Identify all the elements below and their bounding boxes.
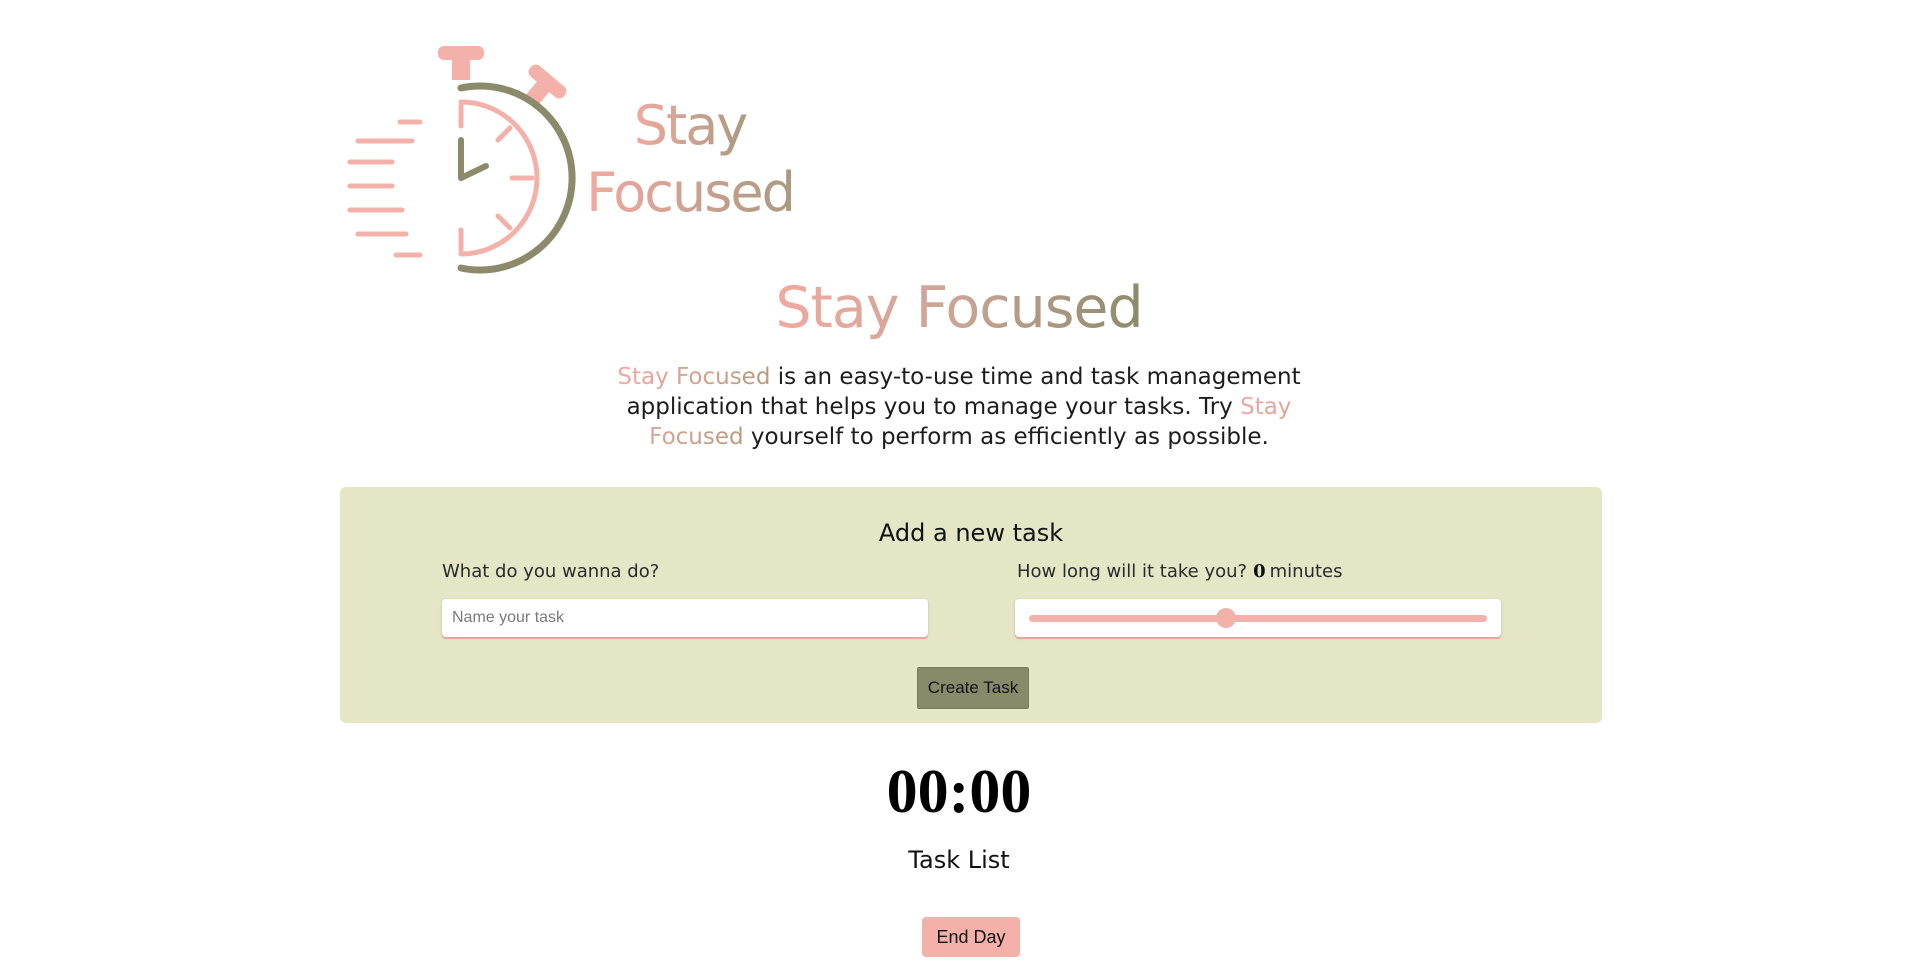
- timer-display: 00:00: [886, 758, 1032, 826]
- duration-slider[interactable]: [1015, 599, 1501, 637]
- logo: Stay Focused: [340, 44, 820, 274]
- duration-slider-track[interactable]: [1029, 615, 1487, 622]
- logo-line1: Stay: [634, 94, 748, 157]
- stopwatch-logo-icon: Stay Focused: [347, 46, 796, 274]
- page-title-text: Stay Focused: [775, 275, 1143, 341]
- create-task-button[interactable]: Create Task: [917, 667, 1029, 709]
- duration-unit: minutes: [1269, 561, 1343, 582]
- duration-value: 0: [1253, 561, 1266, 582]
- page-title: Stay Focused: [0, 268, 1918, 348]
- duration-slider-thumb[interactable]: [1215, 608, 1236, 628]
- task-name-label: What do you wanna do?: [442, 561, 660, 582]
- intro-brand-1: Stay Focused: [617, 364, 771, 390]
- duration-label: How long will it take you?: [1017, 561, 1248, 582]
- add-task-title: Add a new task: [878, 519, 1064, 547]
- intro-text-b: yourself to perform as efficiently as po…: [743, 424, 1269, 450]
- end-day-button[interactable]: End Day: [922, 917, 1020, 957]
- logo-line2: Focused: [586, 161, 794, 224]
- task-name-input[interactable]: [442, 599, 928, 637]
- intro-paragraph: Stay Focused is an easy-to-use time and …: [0, 362, 1918, 452]
- duration-label-row: How long will it take you? 0 minutes: [1017, 561, 1343, 582]
- page: Stay Focused Stay Focused Stay Focused i…: [0, 0, 1918, 978]
- add-task-panel: Add a new task What do you wanna do? How…: [340, 487, 1602, 723]
- task-list-title: Task List: [908, 846, 1010, 874]
